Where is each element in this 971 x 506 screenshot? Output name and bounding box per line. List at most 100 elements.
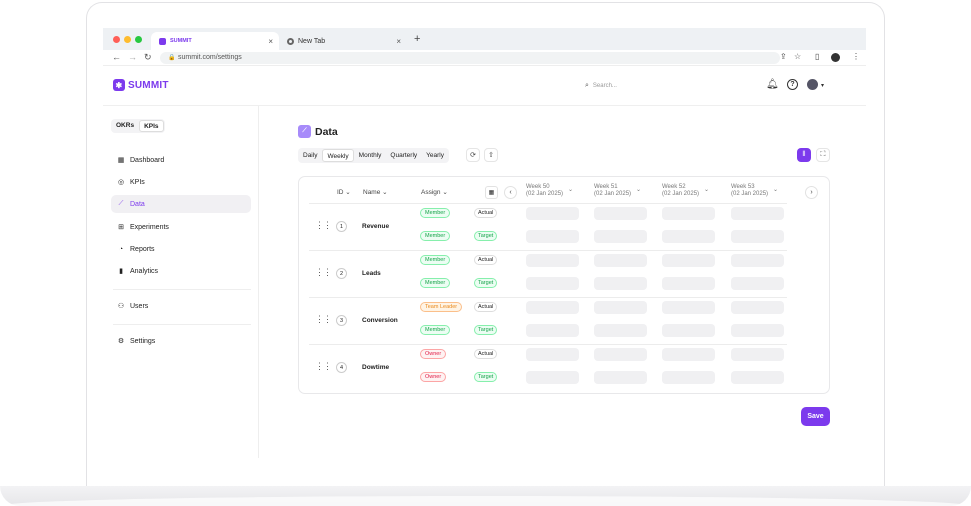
- assign-badge[interactable]: Owner: [420, 349, 447, 359]
- value-cell-input[interactable]: [662, 277, 715, 290]
- sidebar-item-kpis[interactable]: ◎ KPIs: [111, 173, 251, 191]
- share-icon[interactable]: ⇪: [780, 52, 787, 61]
- value-cell-input[interactable]: [731, 207, 784, 220]
- value-cell-input[interactable]: [731, 230, 784, 243]
- value-cell-input[interactable]: [526, 254, 579, 267]
- drag-handle-icon[interactable]: ⋮⋮: [315, 314, 332, 325]
- value-cell-input[interactable]: [731, 324, 784, 337]
- period-daily[interactable]: Daily: [299, 149, 321, 162]
- column-view-button[interactable]: ⫴: [797, 148, 811, 162]
- help-icon[interactable]: ?: [787, 79, 798, 90]
- week-header[interactable]: Week 53 (02 Jan 2025) ⌄: [731, 184, 778, 198]
- value-cell-input[interactable]: [594, 230, 647, 243]
- back-icon[interactable]: ←: [112, 52, 121, 62]
- assign-badge[interactable]: Member: [420, 255, 451, 265]
- sidebar-item-data[interactable]: ⟋ Data: [111, 195, 251, 213]
- refresh-button[interactable]: ⟳: [466, 148, 480, 162]
- week-header[interactable]: Week 52 (02 Jan 2025) ⌄: [662, 184, 709, 198]
- value-cell-input[interactable]: [731, 254, 784, 267]
- upload-button[interactable]: ⇧: [484, 148, 498, 162]
- period-monthly[interactable]: Monthly: [355, 149, 386, 162]
- forward-icon[interactable]: →: [128, 52, 137, 62]
- toggle-kpis[interactable]: KPIs: [139, 120, 164, 132]
- assign-badge[interactable]: Member: [420, 278, 451, 288]
- value-cell-input[interactable]: [594, 277, 647, 290]
- user-avatar[interactable]: [807, 79, 818, 90]
- column-header-assign[interactable]: Assign ⌄: [421, 188, 448, 196]
- sidebar-item-settings[interactable]: ⚙ Settings: [111, 332, 251, 350]
- value-cell-input[interactable]: [662, 230, 715, 243]
- value-cell-input[interactable]: [526, 301, 579, 314]
- period-selector: Daily Weekly Monthly Quarterly Yearly: [298, 148, 449, 163]
- value-cell-input[interactable]: [594, 301, 647, 314]
- value-cell-input[interactable]: [526, 230, 579, 243]
- value-cell-input[interactable]: [662, 371, 715, 384]
- week-header[interactable]: Week 51 (02 Jan 2025) ⌄: [594, 184, 641, 198]
- drag-handle-icon[interactable]: ⋮⋮: [315, 220, 332, 231]
- value-cell-input[interactable]: [731, 371, 784, 384]
- period-yearly[interactable]: Yearly: [422, 149, 448, 162]
- value-cell-input[interactable]: [662, 207, 715, 220]
- assign-badge[interactable]: Owner: [420, 372, 447, 382]
- search-input[interactable]: ⌕ Search...: [585, 80, 755, 92]
- value-type-badge: Actual: [474, 349, 498, 359]
- value-cell-input[interactable]: [526, 207, 579, 220]
- app-logo[interactable]: ✱ SUMMIT: [113, 79, 169, 91]
- value-cell-input[interactable]: [594, 348, 647, 361]
- new-tab-icon[interactable]: +: [414, 33, 420, 45]
- value-cell-input[interactable]: [594, 371, 647, 384]
- value-cell-input[interactable]: [662, 254, 715, 267]
- sidepanel-icon[interactable]: ▯: [815, 52, 819, 61]
- bell-icon[interactable]: 🔔︎: [766, 79, 779, 90]
- value-cell-input[interactable]: [731, 301, 784, 314]
- value-cell-input[interactable]: [731, 277, 784, 290]
- drag-handle-icon[interactable]: ⋮⋮: [315, 361, 332, 372]
- chevron-down-icon: ⌄: [636, 187, 642, 193]
- value-cell-input[interactable]: [594, 254, 647, 267]
- value-cell-input[interactable]: [662, 348, 715, 361]
- toggle-okrs[interactable]: OKRs: [112, 120, 138, 132]
- reload-icon[interactable]: ↻: [144, 52, 152, 63]
- week-header[interactable]: Week 50 (02 Jan 2025) ⌄: [526, 184, 573, 198]
- value-cell-input[interactable]: [526, 371, 579, 384]
- column-header-id[interactable]: ID ⌄: [337, 188, 351, 196]
- sidebar-item-reports[interactable]: ◔ Reports: [111, 240, 251, 258]
- value-cell-input[interactable]: [594, 324, 647, 337]
- period-weekly[interactable]: Weekly: [322, 149, 354, 162]
- minimize-window-dot[interactable]: [124, 36, 131, 43]
- close-tab-icon[interactable]: ×: [396, 37, 401, 46]
- assign-badge[interactable]: Member: [420, 231, 451, 241]
- sidebar-item-users[interactable]: ⚇ Users: [111, 297, 251, 315]
- close-tab-icon[interactable]: ×: [268, 37, 273, 46]
- save-button[interactable]: Save: [801, 407, 830, 426]
- next-week-button[interactable]: ›: [805, 186, 818, 199]
- drag-handle-icon[interactable]: ⋮⋮: [315, 267, 332, 278]
- browser-menu-icon[interactable]: ⋮: [852, 52, 860, 61]
- chevron-down-icon[interactable]: ▾: [821, 82, 824, 89]
- maximize-window-dot[interactable]: [135, 36, 142, 43]
- value-cell-input[interactable]: [662, 324, 715, 337]
- profile-avatar[interactable]: [831, 53, 840, 62]
- bookmark-star-icon[interactable]: ☆: [794, 52, 801, 61]
- value-cell-input[interactable]: [662, 301, 715, 314]
- value-cell-input[interactable]: [594, 207, 647, 220]
- value-cell-input[interactable]: [526, 348, 579, 361]
- sidebar-item-experiments[interactable]: ⊞ Experiments: [111, 218, 251, 236]
- column-header-name[interactable]: Name ⌄: [363, 188, 388, 196]
- assign-badge[interactable]: Team Leader: [420, 302, 463, 312]
- value-cell-input[interactable]: [731, 348, 784, 361]
- prev-week-button[interactable]: ‹: [504, 186, 517, 199]
- sidebar-item-analytics[interactable]: ▮ Analytics: [111, 262, 251, 280]
- assign-badge[interactable]: Member: [420, 325, 451, 335]
- assign-badge[interactable]: Member: [420, 208, 451, 218]
- sidebar-item-dashboard[interactable]: ▦ Dashboard: [111, 151, 251, 169]
- value-cell-input[interactable]: [526, 277, 579, 290]
- close-window-dot[interactable]: [113, 36, 120, 43]
- url-field[interactable]: 🔒 summit.com/settings: [160, 52, 780, 64]
- expand-view-button[interactable]: ⛶: [816, 148, 830, 162]
- tab-summit[interactable]: SUMMIT ×: [151, 32, 279, 50]
- tab-new-tab[interactable]: New Tab ×: [279, 32, 407, 50]
- value-cell-input[interactable]: [526, 324, 579, 337]
- calendar-icon[interactable]: ▦: [485, 186, 498, 199]
- period-quarterly[interactable]: Quarterly: [386, 149, 421, 162]
